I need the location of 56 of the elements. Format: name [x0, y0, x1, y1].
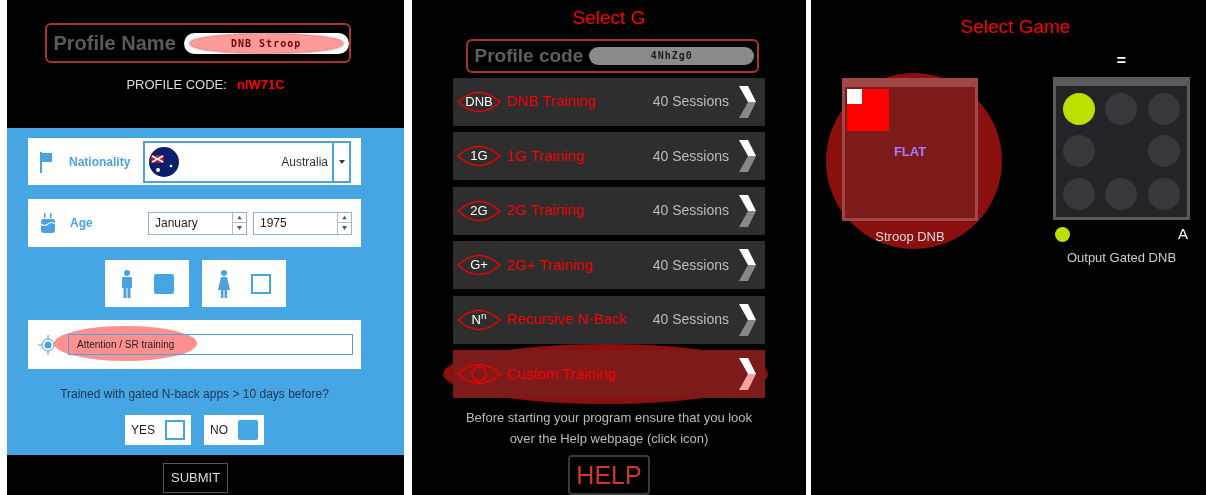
year-spinner[interactable]: 1975: [253, 211, 352, 235]
game-preview[interactable]: [1053, 77, 1190, 220]
profile-name-field[interactable]: DNB Stroop: [183, 32, 349, 54]
session-count: 40 Sessions: [652, 92, 729, 111]
profile-code-value: nIW71C: [236, 76, 285, 94]
woman-icon: [217, 269, 231, 298]
profile-code-label: PROFILE CODE:: [126, 76, 227, 94]
stimulus-word: FLAT: [892, 143, 928, 161]
letter-label: A: [1178, 224, 1188, 244]
chevron-icon: [737, 84, 757, 119]
cake-icon: [40, 212, 56, 234]
nationality-select[interactable]: Australia: [143, 140, 351, 183]
caret-icon: [338, 159, 345, 164]
goal-field[interactable]: Attention / SR training: [68, 334, 353, 355]
program-row[interactable]: 2G 2G Training 40 Sessions: [453, 186, 765, 235]
help-button[interactable]: HELP: [568, 455, 650, 495]
checkbox[interactable]: [165, 420, 185, 440]
answer-option[interactable]: NO: [204, 415, 264, 445]
session-count: 40 Sessions: [652, 310, 729, 329]
nationality-label: Nationality: [69, 153, 132, 171]
answer-option[interactable]: YES: [125, 415, 191, 445]
checkbox[interactable]: [238, 420, 258, 440]
session-count: 40 Sessions: [652, 201, 729, 220]
gender-option[interactable]: [202, 260, 286, 307]
chevron-icon: [737, 248, 757, 282]
session-count: 40 Sessions: [652, 146, 729, 166]
profile-code-field: 4NhZg0: [589, 46, 755, 65]
program-row[interactable]: DNB DNB Training 40 Sessions: [453, 77, 765, 126]
program-row[interactable]: N$^{n}$ Recursive N-Back 40 Sessions: [453, 295, 765, 344]
profile-code-label: Profile code: [474, 43, 584, 68]
checkbox[interactable]: [251, 273, 271, 294]
flag-icon: [149, 146, 179, 177]
chevron-icon: [737, 139, 757, 173]
instruction-text: Before starting your program ensure that you look over the Help webpage (click icon): [464, 409, 754, 448]
panel-title: Select G: [572, 6, 646, 30]
man-icon: [120, 269, 134, 298]
gender-option[interactable]: [105, 260, 189, 307]
chevron-icon: [737, 302, 757, 337]
program-row[interactable]: 1G 1G Training 40 Sessions: [453, 132, 765, 180]
checkbox[interactable]: [154, 273, 174, 294]
flag-icon: [39, 150, 53, 173]
session-count: 40 Sessions: [652, 255, 729, 275]
program-row[interactable]: G+ 2G+ Training 40 Sessions: [453, 241, 765, 289]
game-label: Output Gated DNB: [1066, 248, 1177, 267]
age-label: Age: [70, 215, 94, 232]
stimulus-square: [847, 89, 889, 131]
header-symbol: =: [1116, 51, 1127, 71]
chevron-icon: [737, 193, 757, 228]
nationality-value: Australia: [281, 153, 328, 171]
question-text: Trained with gated N-back apps > 10 days before?: [59, 386, 330, 403]
submit-button[interactable]: SUBMIT: [163, 463, 229, 493]
profile-name-label: Profile Name: [53, 31, 176, 56]
panel-title: Select Game: [960, 15, 1071, 39]
month-spinner[interactable]: January: [148, 211, 247, 235]
game-label: Stroop DNB: [875, 228, 945, 246]
chevron-icon: [737, 357, 757, 391]
